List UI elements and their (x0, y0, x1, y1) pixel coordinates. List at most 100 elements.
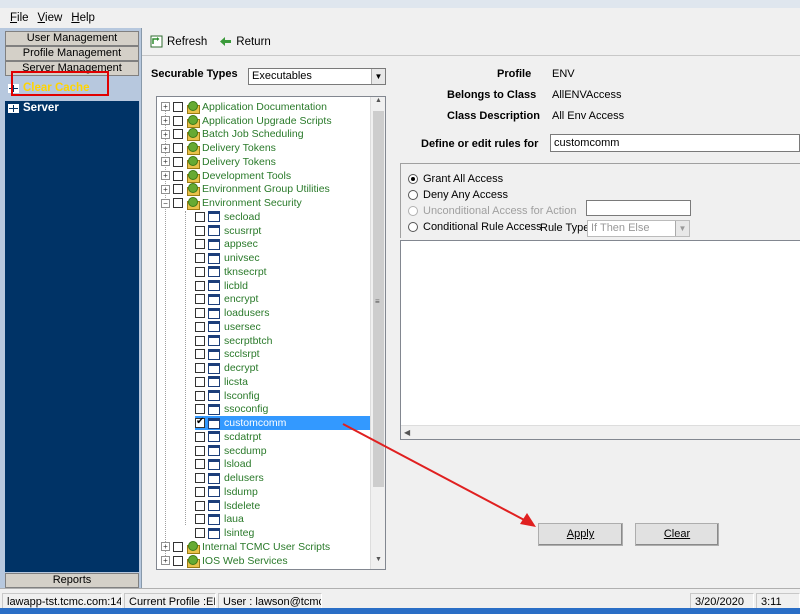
tree-leaf-node[interactable]: tknsecrpt (195, 265, 371, 279)
menu-file[interactable]: File (10, 12, 29, 24)
expand-icon[interactable]: + (161, 556, 170, 566)
tree-leaf-node[interactable]: lsinteg (195, 526, 371, 540)
tree-checkbox[interactable] (173, 198, 183, 209)
tree-checkbox[interactable] (195, 266, 205, 277)
tree-checkbox[interactable] (195, 239, 205, 250)
tree-leaf-node[interactable]: appsec (195, 238, 371, 252)
tree-leaf-node[interactable]: secload (195, 210, 371, 224)
tree-checkbox[interactable] (195, 294, 205, 305)
tree-folder-node[interactable]: + Delivery Tokens (161, 155, 276, 169)
tree-checkbox[interactable] (173, 541, 183, 552)
tree-checkbox[interactable] (195, 280, 205, 291)
expand-icon[interactable]: + (161, 116, 170, 126)
tree-checkbox[interactable] (195, 431, 205, 442)
collapse-icon[interactable]: − (161, 198, 170, 208)
expand-icon[interactable]: + (161, 157, 170, 167)
tree-checkbox[interactable] (195, 321, 205, 332)
tree-checkbox[interactable] (173, 115, 183, 126)
tree-checkbox[interactable] (195, 528, 205, 539)
tree-leaf-node[interactable]: scclsrpt (195, 348, 371, 362)
tree-checkbox[interactable] (173, 555, 183, 566)
user-management-button[interactable]: User Management (5, 31, 139, 46)
tree-folder-node[interactable]: + Internal TCMC User Scripts (161, 540, 330, 554)
scroll-down-icon[interactable]: ▼ (371, 556, 385, 569)
tree-leaf-node[interactable]: secdump (195, 444, 371, 458)
rule-editor-area[interactable]: ◀ (400, 240, 800, 440)
tree-checkbox[interactable] (195, 473, 205, 484)
tree-checkbox[interactable] (195, 253, 205, 264)
expand-icon[interactable]: + (161, 129, 170, 139)
tree-leaf-node[interactable]: lsdelete (195, 499, 371, 513)
tree-folder-node[interactable]: + Application Documentation (161, 100, 327, 114)
scroll-up-icon[interactable]: ▲ (371, 97, 385, 110)
tree-checkbox[interactable] (195, 486, 205, 497)
tree-checkbox[interactable] (195, 349, 205, 360)
tree-checkbox[interactable] (173, 101, 183, 112)
expand-icon[interactable]: + (161, 143, 170, 153)
tree-leaf-node[interactable]: customcomm (195, 416, 371, 430)
tree-checkbox[interactable] (173, 143, 183, 154)
tree-checkbox[interactable] (195, 225, 205, 236)
tree-checkbox[interactable] (195, 500, 205, 511)
menu-view[interactable]: View (38, 12, 63, 24)
tree-checkbox[interactable] (195, 211, 205, 222)
horizontal-scrollbar[interactable]: ◀ (401, 425, 800, 439)
scroll-left-icon[interactable]: ◀ (404, 428, 410, 437)
rule-type-select[interactable]: If Then Else ▼ (587, 220, 690, 237)
tree-leaf-node[interactable]: usersec (195, 320, 371, 334)
chevron-down-icon[interactable]: ▼ (675, 221, 689, 236)
tree-leaf-node[interactable]: decrypt (195, 361, 371, 375)
tree-folder-node[interactable]: − Environment Security (161, 196, 302, 211)
tree-folder-node[interactable]: + Application Upgrade Scripts (161, 114, 332, 128)
rules-for-field[interactable]: customcomm (550, 134, 800, 152)
tree-leaf-node[interactable]: loadusers (195, 306, 371, 320)
chevron-down-icon[interactable]: ▼ (371, 69, 385, 84)
conditional-rule-access-radio[interactable]: Conditional Rule Access (408, 221, 542, 233)
refresh-button[interactable]: Refresh (150, 35, 207, 48)
tree-leaf-node[interactable]: scdatrpt (195, 430, 371, 444)
profile-management-button[interactable]: Profile Management (5, 46, 139, 61)
tree-checkbox[interactable] (195, 416, 205, 429)
tree-checkbox[interactable] (195, 459, 205, 470)
tree-checkbox[interactable] (195, 376, 205, 387)
unconditional-access-radio[interactable]: Unconditional Access for Action (408, 205, 576, 217)
tree-checkbox[interactable] (173, 129, 183, 140)
tree-folder-node[interactable]: + Development Tools (161, 169, 291, 183)
tree-checkbox[interactable] (173, 170, 183, 181)
tree-leaf-node[interactable]: licbld (195, 279, 371, 293)
tree-leaf-node[interactable]: encrypt (195, 293, 371, 307)
tree-checkbox[interactable] (195, 390, 205, 401)
tree-folder-node[interactable]: + IOS Web Services (161, 554, 288, 568)
tree-checkbox[interactable] (195, 445, 205, 456)
expand-icon[interactable]: + (161, 542, 170, 552)
tree-folder-node[interactable]: + Environment Group Utilities (161, 183, 330, 197)
tree-checkbox[interactable] (195, 335, 205, 346)
unconditional-action-field[interactable] (586, 200, 691, 216)
tree-checkbox[interactable] (195, 308, 205, 319)
tree-checkbox[interactable] (173, 156, 183, 167)
tree-leaf-node[interactable]: univsec (195, 251, 371, 265)
tree-scrollbar[interactable]: ▲ ≡ ▼ (370, 97, 385, 569)
expand-icon[interactable]: + (161, 171, 170, 181)
tree-leaf-node[interactable]: secrptbtch (195, 334, 371, 348)
tree-leaf-node[interactable]: lsdump (195, 485, 371, 499)
tree-folder-node[interactable]: + Delivery Tokens (161, 141, 276, 156)
tree-folder-node[interactable]: + Batch Job Scheduling (161, 128, 304, 142)
tree-leaf-node[interactable]: delusers (195, 471, 371, 485)
tree-leaf-node[interactable]: ssoconfig (195, 403, 371, 417)
menu-help[interactable]: Help (71, 12, 95, 24)
clear-button[interactable]: Clear (635, 523, 719, 546)
tree-leaf-node[interactable]: licsta (195, 375, 371, 389)
apply-button[interactable]: Apply (538, 523, 623, 546)
nav-item-server[interactable]: Server (8, 100, 59, 116)
grant-all-access-radio[interactable]: Grant All Access (408, 173, 503, 185)
deny-any-access-radio[interactable]: Deny Any Access (408, 189, 508, 201)
reports-button[interactable]: Reports (5, 573, 139, 588)
tree-checkbox[interactable] (195, 514, 205, 525)
tree-checkbox[interactable] (195, 404, 205, 415)
tree-leaf-node[interactable]: scusrrpt (195, 224, 371, 238)
tree-leaf-node[interactable]: laua (195, 513, 371, 527)
return-button[interactable]: Return (219, 35, 271, 48)
tree-checkbox[interactable] (173, 184, 183, 195)
securable-types-select[interactable]: Executables ▼ (248, 68, 386, 85)
